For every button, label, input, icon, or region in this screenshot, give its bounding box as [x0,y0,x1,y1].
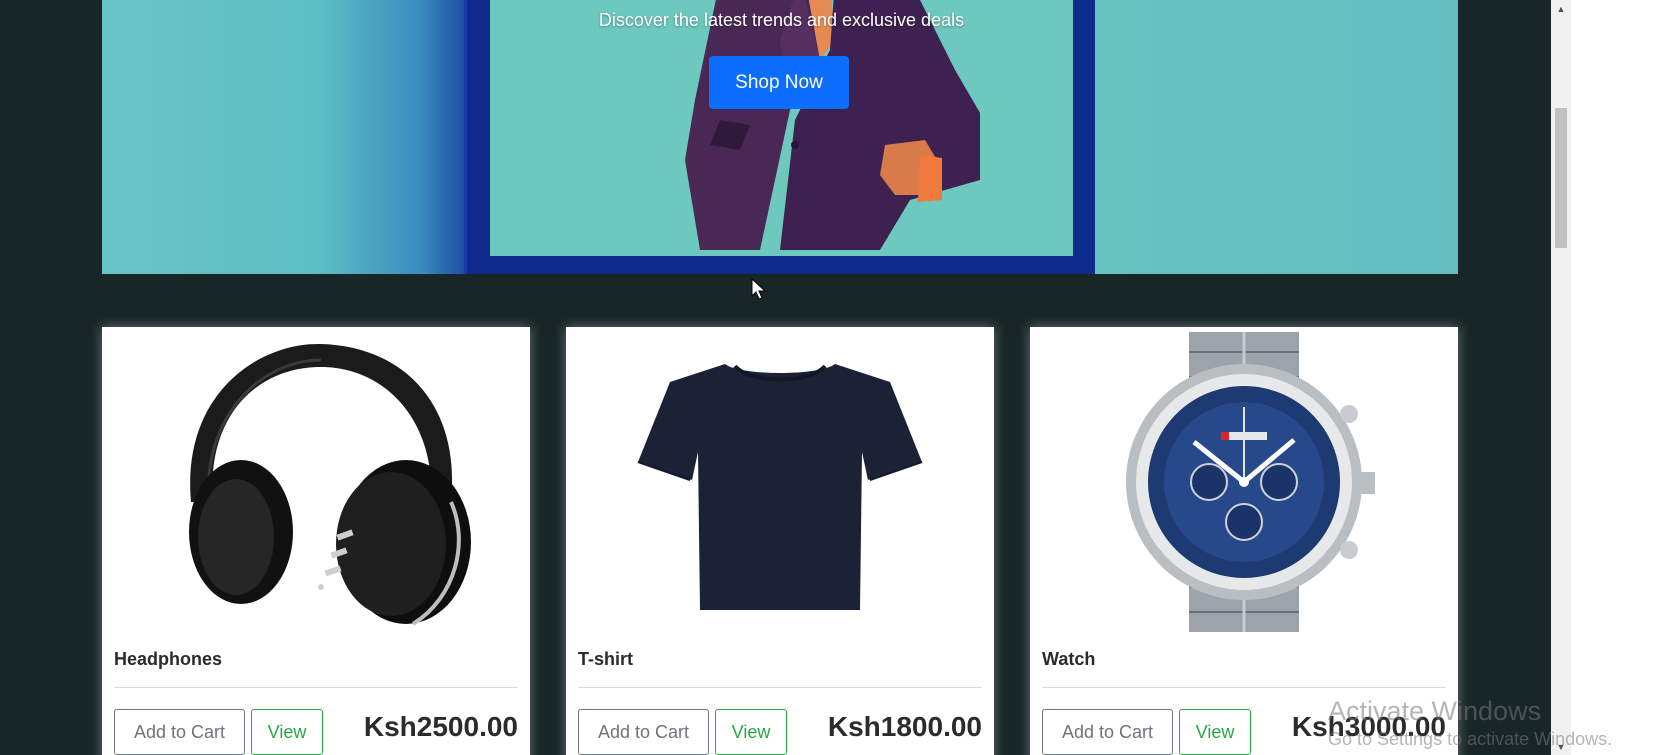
hero-left-panel [102,0,464,274]
card-divider [578,687,982,688]
product-card: Headphones Add to Cart View Ksh2500.00 [102,327,530,755]
add-to-cart-button[interactable]: Add to Cart [1042,709,1173,755]
view-button[interactable]: View [1179,709,1251,755]
hero-tagline: Discover the latest trends and exclusive… [598,10,965,30]
shop-now-button[interactable]: Shop Now [709,56,849,109]
product-title[interactable]: Watch [1042,649,1095,670]
view-button[interactable]: View [715,709,787,755]
scroll-thumb[interactable] [1555,108,1567,248]
product-price: Ksh1800.00 [827,711,982,742]
vertical-scrollbar[interactable]: ▲ ▼ [1551,0,1571,755]
window-edge [1571,0,1663,755]
watermark-subtitle: Go to Settings to activate Windows. [1328,729,1613,749]
mouse-cursor-icon [751,278,767,300]
product-image-watch [1030,327,1458,637]
product-card: T-shirt Add to Cart View Ksh1800.00 [566,327,994,755]
hero-image: Discover the latest trends and exclusive… [490,0,1073,256]
product-image-headphones [102,327,530,637]
card-divider [114,687,518,688]
model-in-suit-image [685,0,980,250]
product-price: Ksh2500.00 [363,711,518,742]
add-to-cart-button[interactable]: Add to Cart [114,709,245,755]
view-button[interactable]: View [251,709,323,755]
hero-right-panel [1095,0,1458,274]
activate-windows-watermark: Activate Windows Go to Settings to activ… [1328,696,1612,750]
card-divider [1042,687,1446,688]
product-card: Watch Add to Cart View Ksh3000.00 [1030,327,1458,755]
hero-banner: Discover the latest trends and exclusive… [102,0,1458,274]
product-title[interactable]: T-shirt [578,649,633,670]
watermark-title: Activate Windows [1328,696,1542,726]
product-image-tshirt [566,327,994,637]
product-title[interactable]: Headphones [114,649,222,670]
hero-image-frame: Discover the latest trends and exclusive… [464,0,1095,274]
scroll-up-arrow-icon[interactable]: ▲ [1551,0,1571,17]
add-to-cart-button[interactable]: Add to Cart [578,709,709,755]
